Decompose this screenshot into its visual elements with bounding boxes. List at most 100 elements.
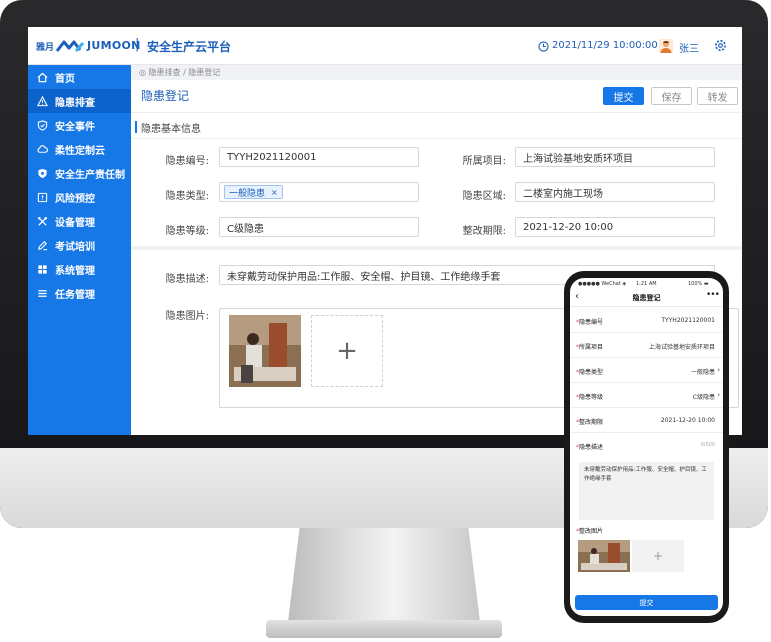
tools-icon: [38, 216, 47, 226]
responsibility-icon: [38, 168, 47, 178]
sidebar-item-exam-training[interactable]: 考试培训: [28, 233, 131, 257]
hazard-photo[interactable]: [229, 315, 301, 387]
tag-close-icon[interactable]: ×: [271, 188, 278, 197]
mobile-time: 1:21 AM: [636, 281, 657, 287]
add-image-button[interactable]: +: [311, 315, 383, 387]
mobile-submit-button[interactable]: 提交: [575, 595, 718, 610]
warning-icon: [37, 95, 48, 106]
current-datetime: 2021/11/29 10:00:00: [552, 40, 658, 51]
exam-icon: [38, 240, 48, 250]
mobile-image-label-text: 整改图片: [579, 528, 604, 535]
mobile-field-value: 2021-12-20 10:00: [660, 417, 715, 424]
submit-button[interactable]: 提交: [603, 87, 644, 105]
logo-separator: |: [135, 37, 140, 52]
breadcrumb: ◎ 隐患排查 / 隐患登记: [139, 68, 221, 77]
sidebar-item-label: 安全生产责任制: [55, 169, 125, 181]
sidebar-item-flexible-cloud[interactable]: 柔性定制云: [28, 137, 131, 161]
hazard-level-field[interactable]: C级隐患: [219, 217, 419, 237]
sidebar-item-home[interactable]: 首页: [28, 65, 131, 89]
hazard-type-label: 隐患类型:: [165, 191, 209, 202]
mobile-field-deadline[interactable]: *整改期限 2021-12-20 10:00: [570, 408, 723, 433]
home-icon: [37, 72, 48, 82]
sidebar: 首页 隐患排查 安全事件 柔性定制云 安全生产责任制 风险预控 设备管理 考试培…: [28, 65, 131, 435]
sidebar-item-label: 首页: [55, 73, 75, 85]
save-button[interactable]: 保存: [651, 87, 692, 105]
top-bar: 雅月 JUMOON | 安全生产云平台 2021/11/29 10:00:00 …: [28, 27, 742, 65]
section-title: 隐患基本信息: [141, 124, 201, 135]
mobile-field-label: 所属项目: [579, 344, 604, 351]
mobile-add-image-plus: +: [652, 549, 664, 563]
mobile-field-value: TYYH2021120001: [661, 317, 715, 324]
area-label: 隐患区域:: [462, 191, 506, 202]
mobile-screen: ●●●●● WeChat ◈ 1:21 AM 100% ▬ ‹ 隐患登记 •••…: [570, 278, 723, 616]
mobile-field-level[interactable]: *隐患等级 C级隐患 ›: [570, 383, 723, 408]
logo-english: JUMOON: [87, 39, 141, 52]
sidebar-item-label: 风险预控: [55, 193, 95, 205]
deadline-field[interactable]: 2021-12-20 10:00: [515, 217, 715, 237]
section-divider: [131, 138, 742, 139]
clock-icon: [538, 41, 549, 52]
sidebar-item-tasks[interactable]: 任务管理: [28, 281, 131, 305]
sidebar-item-equipment[interactable]: 设备管理: [28, 209, 131, 233]
sidebar-item-label: 任务管理: [55, 289, 95, 301]
hazard-code-label: 隐患编号:: [165, 156, 209, 167]
area-field[interactable]: 二楼室内施工现场: [515, 182, 715, 202]
transfer-button[interactable]: 转发: [697, 87, 738, 105]
hazard-type-select[interactable]: 一般隐患 ×: [219, 182, 419, 202]
hazard-level-label: 隐患等级:: [165, 226, 209, 237]
avatar[interactable]: [659, 39, 673, 53]
risk-icon: [37, 192, 48, 202]
deadline-label: 整改期限:: [462, 226, 506, 237]
monitor-stand-base: [266, 620, 502, 638]
hazard-code-field[interactable]: TYYH2021120001: [219, 147, 419, 167]
sidebar-item-hazard-inspection[interactable]: 隐患排查: [28, 89, 131, 113]
sidebar-item-label: 系统管理: [55, 265, 95, 277]
mobile-description-input[interactable]: 未穿戴劳动保护用品:工作服、安全帽、护目镜、工作绝缘手套: [579, 462, 714, 520]
chevron-right-icon: ›: [717, 391, 720, 399]
mobile-field-type[interactable]: *隐患类型 一般隐患 ›: [570, 358, 723, 383]
mobile-status-bar: ●●●●● WeChat ◈ 1:21 AM 100% ▬: [570, 278, 723, 289]
grid-icon: [38, 264, 47, 274]
mobile-hazard-photo[interactable]: [578, 540, 630, 572]
gear-icon[interactable]: [714, 39, 727, 52]
mobile-battery: 100% ▬: [688, 281, 709, 287]
form-group-divider: [131, 246, 742, 250]
mobile-add-image-button[interactable]: +: [632, 540, 684, 572]
mobile-field-label: 隐患编号: [579, 319, 604, 326]
header-divider: [131, 112, 742, 113]
mobile-field-value: C级隐患: [692, 394, 715, 401]
mobile-field-description: *隐患描述 0/500: [570, 433, 723, 458]
sidebar-item-label: 柔性定制云: [55, 145, 105, 157]
description-label: 隐患描述:: [165, 274, 209, 285]
mobile-page-title: 隐患登记: [632, 294, 661, 302]
sidebar-item-responsibility[interactable]: 安全生产责任制: [28, 161, 131, 185]
sidebar-item-label: 考试培训: [55, 241, 95, 253]
project-label: 所属项目:: [462, 156, 506, 167]
mobile-field-label: 隐患类型: [579, 369, 604, 376]
mobile-field-project[interactable]: *所属项目 上海试验基地安质环项目: [570, 333, 723, 358]
sidebar-item-risk-control[interactable]: 风险预控: [28, 185, 131, 209]
hazard-type-tag: 一般隐患 ×: [224, 185, 283, 199]
mobile-carrier: ●●●●● WeChat ◈: [578, 281, 627, 287]
mobile-field-value: 上海试验基地安质环项目: [648, 344, 715, 351]
sidebar-item-label: 安全事件: [55, 121, 95, 133]
phone-frame: ●●●●● WeChat ◈ 1:21 AM 100% ▬ ‹ 隐患登记 •••…: [564, 271, 729, 623]
chevron-right-icon: ›: [717, 366, 720, 374]
cloud-icon: [37, 144, 48, 153]
hazard-type-tag-text: 一般隐患: [229, 188, 266, 199]
description-char-count: 0/500: [700, 442, 715, 448]
sidebar-item-safety-events[interactable]: 安全事件: [28, 113, 131, 137]
list-icon: [38, 289, 47, 297]
mobile-field-code[interactable]: *隐患编号 TYYH2021120001: [570, 308, 723, 333]
platform-title: 安全生产云平台: [147, 40, 232, 54]
sidebar-item-system[interactable]: 系统管理: [28, 257, 131, 281]
mobile-field-label: 隐患描述: [579, 444, 604, 451]
page-title: 隐患登记: [141, 89, 190, 103]
project-field[interactable]: 上海试验基地安质环项目: [515, 147, 715, 167]
more-icon[interactable]: •••: [706, 290, 720, 300]
mobile-field-value: 一般隐患: [690, 369, 715, 376]
username[interactable]: 张三: [679, 40, 699, 55]
mobile-image-label: *整改图片: [576, 526, 603, 535]
image-label: 隐患图片:: [165, 311, 209, 322]
add-image-plus: +: [336, 336, 358, 366]
